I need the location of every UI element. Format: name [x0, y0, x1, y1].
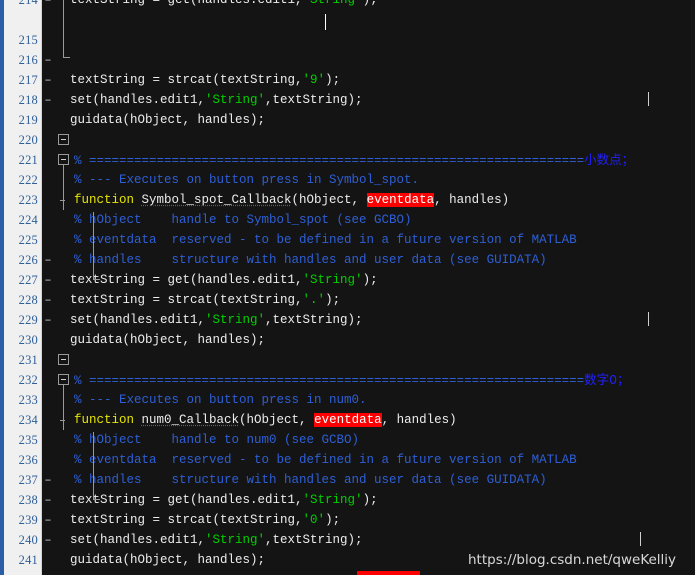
code-line-225[interactable]: 225 – textString = get(handles.edit1,'St… — [0, 210, 695, 287]
code-line-214[interactable]: 214 – textString = get(handles.edit1,'St… — [0, 0, 695, 10]
code-editor-pane[interactable]: 214 – textString = get(handles.edit1,'St… — [0, 0, 695, 575]
line-number: 242 — [0, 570, 38, 575]
fold-block-end-bracket — [93, 488, 100, 500]
fold-toggle-232[interactable] — [58, 354, 69, 365]
code-line-236[interactable]: 236 – textString = get(handles.edit1,'St… — [0, 430, 695, 507]
text-cursor — [325, 14, 326, 30]
fold-guide-line — [63, 165, 64, 210]
code-line-239[interactable]: 239 – guidata(hObject, handles); — [0, 490, 695, 567]
fold-block-end-bracket — [93, 268, 100, 280]
code-line-215[interactable]: 215 – textString = strcat(textString,'9'… — [0, 10, 695, 87]
code-line-218[interactable]: 218 — [0, 70, 695, 107]
fold-toggle-233[interactable] — [58, 374, 69, 385]
comment-rule-separator — [640, 532, 641, 546]
code-text: textString = get(handles.edit1,'String')… — [70, 0, 378, 10]
comment-rule-separator — [648, 92, 649, 106]
comment-rule-separator — [648, 312, 649, 326]
code-token: ); — [362, 0, 378, 7]
code-line-221[interactable]: 221 function Symbol_spot_Callback(hObjec… — [0, 130, 695, 207]
code-lines: 214 – textString = get(handles.edit1,'St… — [0, 0, 695, 575]
editor-left-accent-bar — [0, 0, 4, 575]
code-line-234[interactable]: 234 % eventdata reserved - to be defined… — [0, 390, 695, 467]
watermark-url: https://blog.csdn.net/qweKelliy — [468, 552, 677, 568]
fold-block-end-bracket — [63, 46, 70, 58]
code-line-233[interactable]: 233 % hObject handle to num0 (see GCBO) — [0, 370, 695, 447]
code-line-222[interactable]: 222 % hObject handle to Symbol_spot (see… — [0, 150, 695, 227]
fold-toggle-221[interactable] — [58, 134, 69, 145]
code-line-240[interactable]: 240 — [0, 510, 695, 547]
code-line-216[interactable]: 216 – set(handles.edit1,'String',textStr… — [0, 30, 695, 107]
fold-toggle-222[interactable] — [58, 154, 69, 165]
code-line-224[interactable]: 224 % handles structure with handles and… — [0, 190, 695, 267]
fold-guide-tick — [60, 420, 65, 421]
fold-guide-line — [63, 385, 64, 430]
code-line-219[interactable]: 219 % ==================================… — [0, 90, 695, 168]
code-line-238[interactable]: 238 – set(handles.edit1,'String',textStr… — [0, 470, 695, 547]
code-line-228[interactable]: 228 – guidata(hObject, handles); — [0, 270, 695, 347]
code-line-227[interactable]: 227 – set(handles.edit1,'String',textStr… — [0, 250, 695, 327]
code-line-235[interactable]: 235 % handles structure with handles and… — [0, 410, 695, 487]
code-line-226[interactable]: 226 – textString = strcat(textString,'.'… — [0, 230, 695, 307]
string-token: 'String' — [302, 0, 363, 7]
code-line-230[interactable]: 230 % ==================================… — [0, 310, 695, 388]
code-line-237[interactable]: 237 – textString = strcat(textString,'0'… — [0, 450, 695, 527]
code-line-231[interactable]: 231 % --- Executes on button press in nu… — [0, 330, 695, 407]
code-line-220[interactable]: 220 % --- Executes on button press in Sy… — [0, 110, 695, 187]
code-token: textString = get(handles.edit1, — [70, 0, 303, 7]
fold-guide-tick — [60, 200, 65, 201]
code-line-217[interactable]: 217 – guidata(hObject, handles); — [0, 50, 695, 127]
code-line-229[interactable]: 229 — [0, 290, 695, 327]
highlight-strip-bottom — [357, 571, 420, 575]
code-line-241[interactable]: 241 % ==================================… — [0, 530, 695, 567]
code-line-223[interactable]: 223 % eventdata reserved - to be defined… — [0, 170, 695, 247]
fold-dash: – — [44, 0, 52, 7]
line-number: 214 — [18, 0, 38, 7]
code-line-232[interactable]: 232 function num0_Callback(hObject, even… — [0, 350, 695, 427]
